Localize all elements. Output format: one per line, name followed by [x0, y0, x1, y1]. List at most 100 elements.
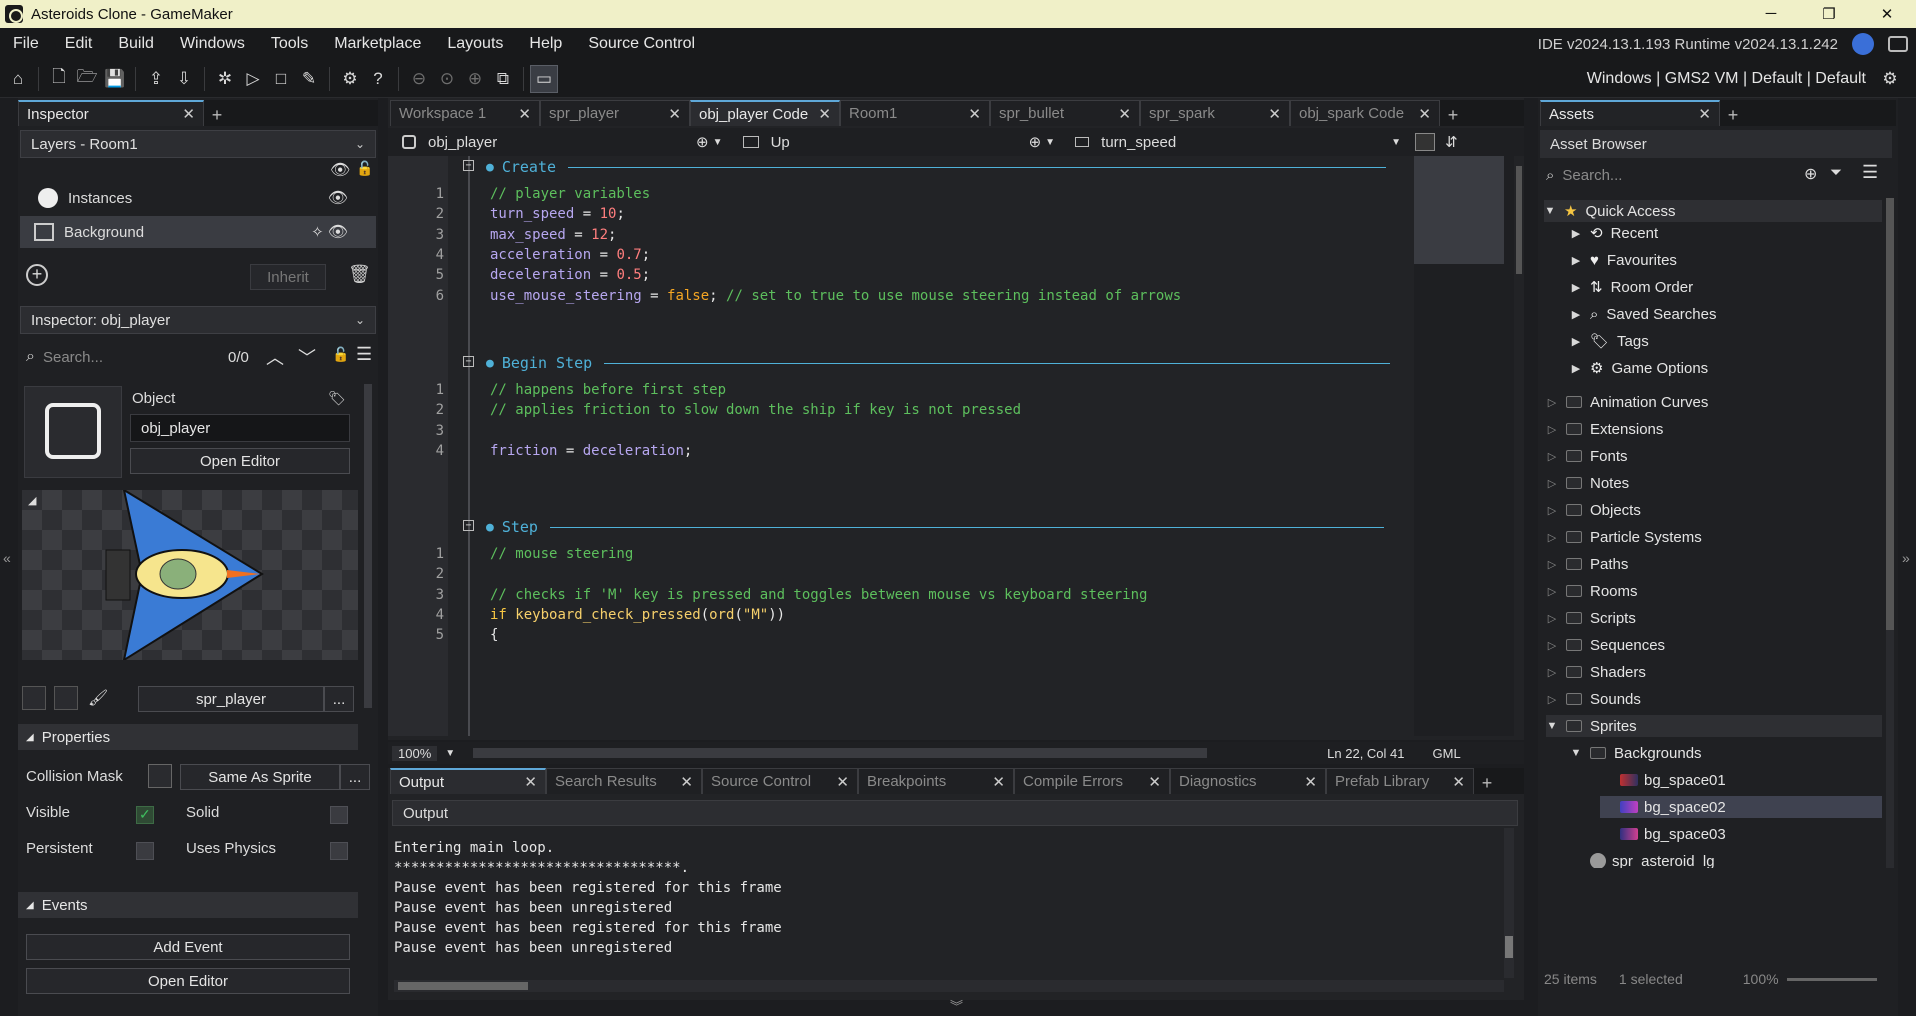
expand-triangle-icon[interactable]: ▼ — [1544, 205, 1556, 217]
close-tab-icon[interactable]: ✕ — [1418, 105, 1431, 123]
tag-icon[interactable]: 🏷 — [328, 390, 346, 407]
close-tab-icon[interactable]: ✕ — [680, 773, 693, 791]
edit-sprite-icon[interactable] — [54, 686, 78, 710]
game-options-icon[interactable]: ⚙ — [336, 65, 364, 93]
expand-triangle-icon[interactable]: ▶ — [1570, 281, 1582, 294]
eye-icon[interactable]: 👁 — [330, 160, 350, 180]
asset-folder[interactable]: ▷ Scripts — [1546, 607, 1882, 629]
tab-spr-player[interactable]: spr_player ✕ — [540, 100, 690, 126]
minimize-button[interactable]: ─ — [1742, 5, 1800, 23]
new-project-icon[interactable]: 🗋 — [45, 65, 73, 93]
quick-access-header[interactable]: ▼ ★ Quick Access — [1544, 200, 1882, 222]
target-device-icon[interactable]: ▭ — [530, 64, 558, 93]
inspector-object-dropdown[interactable]: Inspector: obj_player ⌄ — [20, 306, 376, 334]
tab-source-control[interactable]: Source Control ✕ — [702, 768, 858, 794]
add-asset-icon[interactable]: ⊕ — [1804, 164, 1817, 184]
eye-icon[interactable]: 👁 — [328, 222, 348, 242]
menu-edit[interactable]: Edit — [52, 35, 106, 53]
add-tab-icon[interactable]: + — [1720, 105, 1746, 126]
tab-spr-bullet[interactable]: spr_bullet ✕ — [990, 100, 1140, 126]
visible-checkbox[interactable]: ✓ — [136, 806, 154, 824]
help-icon[interactable]: ? — [364, 65, 392, 93]
menu-icon[interactable]: ☰ — [356, 344, 372, 365]
close-tab-icon[interactable]: ✕ — [1452, 773, 1465, 791]
assets-tab[interactable]: Assets ✕ — [1540, 100, 1720, 126]
home-icon[interactable]: ⌂ — [4, 65, 32, 93]
add-tab-icon[interactable]: + — [1474, 773, 1500, 794]
close-tab-icon[interactable]: ✕ — [524, 773, 537, 791]
expand-triangle-icon[interactable]: ▷ — [1546, 585, 1558, 598]
close-tab-icon[interactable]: ✕ — [1698, 105, 1711, 123]
expand-triangle-icon[interactable]: ▶ — [1570, 335, 1582, 348]
close-tab-icon[interactable]: ✕ — [182, 105, 195, 123]
search-prev-icon[interactable]: ︿ — [266, 344, 284, 370]
menu-layouts[interactable]: Layouts — [434, 35, 516, 53]
tab-obj-player-code[interactable]: obj_player Code ✕ — [690, 100, 840, 126]
expand-triangle-icon[interactable]: ▷ — [1546, 477, 1558, 490]
chevron-down-icon[interactable]: ▼ — [445, 748, 455, 759]
inspector-search[interactable]: ⌕ Search... — [26, 344, 216, 370]
clean-icon[interactable]: ✎ — [295, 65, 323, 93]
open-project-icon[interactable]: 🗁 — [73, 65, 101, 93]
expand-triangle-icon[interactable]: ▶ — [1570, 362, 1582, 375]
code-line[interactable]: max_speed = 12; — [490, 227, 616, 243]
debug-icon[interactable]: ✲ — [211, 65, 239, 93]
horizontal-scrollbar[interactable] — [473, 748, 1208, 758]
collision-more-button[interactable]: ... — [340, 764, 370, 790]
solid-checkbox[interactable] — [330, 806, 348, 824]
expand-triangle-icon[interactable]: ▷ — [1546, 693, 1558, 706]
tab-spr-spark[interactable]: spr_spark ✕ — [1140, 100, 1290, 126]
code-line[interactable]: use_mouse_steering = false; // set to tr… — [490, 288, 1181, 304]
chevron-down-icon[interactable]: ▼ — [1391, 137, 1401, 148]
sprite-asset[interactable]: bg_space03 — [1600, 823, 1882, 845]
collapse-right-icon[interactable]: » — [1902, 550, 1910, 566]
expand-triangle-icon[interactable]: ▷ — [1546, 639, 1558, 652]
code-line[interactable]: { — [490, 627, 498, 643]
asset-folder[interactable]: ▷ Animation Curves — [1546, 391, 1882, 413]
add-layer-icon[interactable]: + — [26, 264, 48, 286]
add-event-button[interactable]: Add Event — [26, 934, 350, 960]
code-line[interactable]: // applies friction to slow down the shi… — [490, 402, 1021, 418]
close-tab-icon[interactable]: ✕ — [518, 105, 531, 123]
expand-triangle-icon[interactable]: ▷ — [1546, 666, 1558, 679]
sprite-asset[interactable]: bg_space02 — [1600, 796, 1882, 818]
quick-access-item[interactable]: ▶ ⟲ Recent — [1570, 222, 1882, 244]
new-sprite-icon[interactable] — [22, 686, 46, 710]
inspector-tab[interactable]: Inspector ✕ — [18, 100, 204, 126]
chevron-down-icon[interactable]: ▼ — [1045, 137, 1075, 148]
expand-triangle-icon[interactable]: ▶ — [1570, 254, 1582, 267]
code-line[interactable]: // player variables — [490, 186, 650, 202]
add-tab-icon[interactable]: + — [1440, 105, 1466, 126]
close-tab-icon[interactable]: ✕ — [1304, 773, 1317, 791]
eye-icon[interactable]: 👁 — [328, 188, 348, 208]
expand-triangle-icon[interactable]: ▷ — [1546, 450, 1558, 463]
object-name-field[interactable]: obj_player — [130, 414, 350, 442]
import-icon[interactable]: ⇩ — [170, 65, 198, 93]
expand-triangle-icon[interactable]: ▷ — [1546, 612, 1558, 625]
user-avatar-icon[interactable] — [1852, 33, 1874, 55]
asset-folder[interactable]: ▷ Particle Systems — [1546, 526, 1882, 548]
asset-folder[interactable]: ▷ Extensions — [1546, 418, 1882, 440]
fit-icon[interactable]: ⧉ — [489, 65, 517, 93]
save-icon[interactable]: 💾 — [101, 65, 129, 93]
code-minimap[interactable] — [1414, 156, 1514, 736]
menu-windows[interactable]: Windows — [167, 35, 258, 53]
code-scrollbar[interactable] — [1516, 166, 1522, 274]
close-tab-icon[interactable]: ✕ — [968, 105, 981, 123]
layer-row-instances[interactable]: Instances 👁 — [20, 182, 376, 214]
asset-scrollbar[interactable] — [1886, 198, 1894, 868]
quick-access-item[interactable]: ▶ ⇅ Room Order — [1570, 276, 1882, 298]
zoom-level[interactable]: 100% — [392, 745, 438, 761]
view-mode-icon[interactable] — [1415, 133, 1436, 151]
sprite-asset[interactable]: bg_space01 — [1600, 769, 1882, 791]
expand-triangle-icon[interactable]: ▷ — [1546, 423, 1558, 436]
expand-triangle-icon[interactable]: ▶ — [1570, 227, 1582, 240]
lock-icon[interactable]: 🔓 — [332, 346, 349, 363]
events-section[interactable]: ◢ Events — [18, 892, 358, 918]
delete-layer-icon[interactable]: 🗑 — [348, 264, 371, 285]
zoom-in-icon[interactable]: ⊕ — [461, 65, 489, 93]
code-line[interactable]: // happens before first step — [490, 382, 726, 398]
sprite-more-button[interactable]: ... — [324, 686, 354, 712]
search-next-icon[interactable]: ﹀ — [298, 344, 316, 370]
expand-triangle-icon[interactable]: ▼ — [1546, 720, 1558, 732]
